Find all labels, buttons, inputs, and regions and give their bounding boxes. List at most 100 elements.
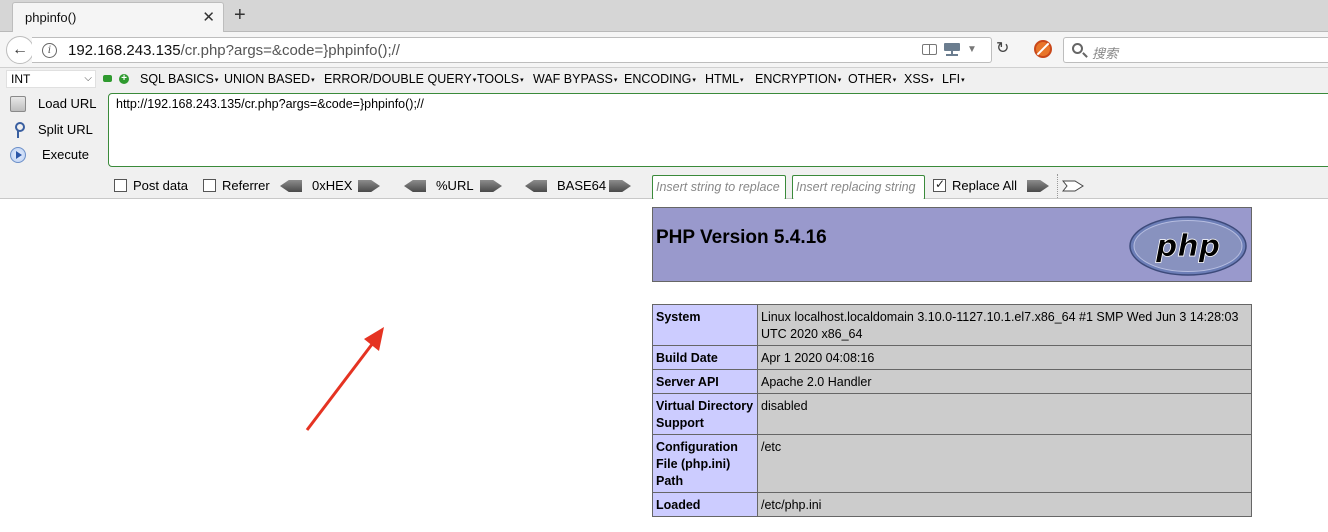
network-icon[interactable]	[944, 43, 960, 56]
php-logo-text: php	[1155, 229, 1220, 264]
menu-label: ENCODING	[624, 72, 692, 86]
referrer-checkbox[interactable]	[203, 179, 216, 192]
table-row: Virtual Directory Support disabled	[652, 393, 1252, 435]
urlenc-label: %URL	[436, 178, 474, 193]
menu-label: ERROR/DOUBLE QUERY	[324, 72, 472, 86]
row-value: /etc/php.ini	[757, 492, 1252, 517]
row-key: Server API	[652, 369, 758, 394]
hex-label: 0xHEX	[312, 178, 353, 193]
increase-icon[interactable]: +	[119, 74, 129, 84]
menu-label: OTHER	[848, 72, 892, 86]
close-icon[interactable]: ✕	[202, 8, 215, 26]
load-url-icon	[10, 96, 26, 112]
base64-label: BASE64	[557, 178, 607, 193]
hackbar-options-row: Post data Referrer 0xHEX %URL BASE64 Ins…	[0, 174, 1328, 200]
row-key: Loaded	[652, 492, 758, 517]
load-url-label: Load URL	[38, 96, 97, 111]
split-url-button[interactable]: Split URL	[8, 119, 104, 141]
menu-xss[interactable]: XSS▾	[904, 72, 934, 86]
menu-waf-bypass[interactable]: WAF BYPASS▾	[533, 72, 617, 86]
back-arrow-icon[interactable]: ←	[6, 36, 34, 64]
chevron-down-icon: ⌵	[84, 73, 92, 84]
replace-left-arrow-icon[interactable]	[1027, 180, 1049, 192]
base64-encode-arrow-icon[interactable]	[609, 180, 631, 192]
address-bar[interactable]: i 192.168.243.135/cr.php?args=&code=}php…	[32, 37, 992, 63]
menu-lfi[interactable]: LFI▾	[942, 72, 965, 86]
url-encode-arrow-icon[interactable]	[480, 180, 502, 192]
execute-label: Execute	[42, 147, 89, 162]
hex-decode-arrow-icon[interactable]	[280, 180, 302, 192]
row-key: Configuration File (php.ini) Path	[652, 434, 758, 493]
split-url-label: Split URL	[38, 122, 93, 137]
chevron-down-icon[interactable]: ▼	[967, 44, 977, 55]
menu-label: WAF BYPASS	[533, 72, 613, 86]
row-key: System	[652, 304, 758, 346]
table-row: Loaded/etc/php.ini	[652, 492, 1252, 517]
tab-title: phpinfo()	[25, 10, 77, 25]
menu-other[interactable]: OTHER▾	[848, 72, 896, 86]
info-icon[interactable]: i	[42, 43, 57, 58]
table-row: Build Date Apr 1 2020 04:08:16	[652, 345, 1252, 370]
page-title: PHP Version 5.4.16	[656, 227, 827, 248]
row-key: Virtual Directory Support	[652, 393, 758, 435]
menu-tools[interactable]: TOOLS▾	[477, 72, 524, 86]
php-logo-icon: php	[1129, 216, 1247, 276]
url-decode-arrow-icon[interactable]	[404, 180, 426, 192]
menu-label: LFI	[942, 72, 961, 86]
row-key: Build Date	[652, 345, 758, 370]
new-tab-plus-icon[interactable]: +	[234, 4, 246, 26]
menu-label: SQL BASICS	[140, 72, 214, 86]
post-data-checkbox[interactable]	[114, 179, 127, 192]
menu-label: HTML	[705, 72, 740, 86]
tab-strip: phpinfo() ✕ +	[0, 0, 1328, 32]
hackbar-panel: INT ⌵ + SQL BASICS▾ UNION BASED▾ ERROR/D…	[0, 68, 1328, 200]
search-placeholder: 搜索	[1092, 46, 1119, 61]
separator	[1057, 174, 1058, 198]
reader-view-icon[interactable]	[922, 44, 937, 55]
menu-label: XSS	[904, 72, 930, 86]
replace-all-label: Replace All	[952, 178, 1018, 193]
url-host: 192.168.243.135	[68, 42, 181, 59]
menu-label: TOOLS	[477, 72, 520, 86]
browser-window: phpinfo() ✕ + ← i 192.168.243.135/cr.php…	[0, 0, 1328, 532]
search-icon	[1072, 43, 1083, 54]
table-row: Server API Apache 2.0 Handler	[652, 369, 1252, 394]
type-select[interactable]: INT ⌵	[6, 70, 96, 88]
decrease-icon[interactable]	[103, 75, 112, 82]
execute-button[interactable]: Execute	[8, 144, 104, 166]
execute-icon	[10, 147, 26, 163]
replacing-string-input[interactable]: Insert replacing string	[792, 175, 925, 200]
menu-label: UNION BASED	[224, 72, 311, 86]
base64-decode-arrow-icon[interactable]	[525, 180, 547, 192]
menu-error-double-query[interactable]: ERROR/DOUBLE QUERY▾	[324, 72, 476, 86]
row-value: Apr 1 2020 04:08:16	[757, 345, 1252, 370]
menu-encoding[interactable]: ENCODING▾	[624, 72, 696, 86]
tab-phpinfo[interactable]: phpinfo() ✕	[12, 2, 224, 32]
blocker-icon[interactable]	[1034, 40, 1052, 58]
row-value: Apache 2.0 Handler	[757, 369, 1252, 394]
table-row: Configuration File (php.ini) Path/etc	[652, 434, 1252, 493]
replace-all-checkbox[interactable]	[933, 177, 946, 192]
referrer-label: Referrer	[222, 178, 270, 193]
phpinfo-table: System Linux localhost.localdomain 3.10.0…	[652, 304, 1252, 517]
menu-sql-basics[interactable]: SQL BASICS▾	[140, 72, 218, 86]
menu-union-based[interactable]: UNION BASED▾	[224, 72, 315, 86]
load-url-button[interactable]: Load URL	[8, 93, 104, 115]
hackbar-url-textarea[interactable]: http://192.168.243.135/cr.php?args=&code…	[108, 93, 1328, 167]
search-bar[interactable]: 搜索	[1063, 37, 1328, 63]
hackbar-menu: INT ⌵ + SQL BASICS▾ UNION BASED▾ ERROR/D…	[0, 68, 1328, 90]
menu-html[interactable]: HTML▾	[705, 72, 744, 86]
reload-icon[interactable]: ↻	[996, 40, 1009, 58]
php-version-header: PHP Version 5.4.16 php	[652, 207, 1252, 282]
page-content: PHP Version 5.4.16 php System Linux local…	[0, 199, 1328, 532]
url-text[interactable]: 192.168.243.135/cr.php?args=&code=}phpin…	[68, 42, 400, 59]
navigation-bar: ← i 192.168.243.135/cr.php?args=&code=}p…	[0, 32, 1328, 68]
replace-string-input[interactable]: Insert string to replace	[652, 175, 786, 200]
hex-encode-arrow-icon[interactable]	[358, 180, 380, 192]
post-data-label: Post data	[133, 178, 188, 193]
annotation-arrow	[305, 327, 384, 431]
menu-encryption[interactable]: ENCRYPTION▾	[755, 72, 841, 86]
replace-right-arrow-icon[interactable]	[1061, 180, 1084, 192]
menu-label: ENCRYPTION	[755, 72, 837, 86]
url-path: /cr.php?args=&code=}phpinfo();//	[180, 42, 400, 59]
